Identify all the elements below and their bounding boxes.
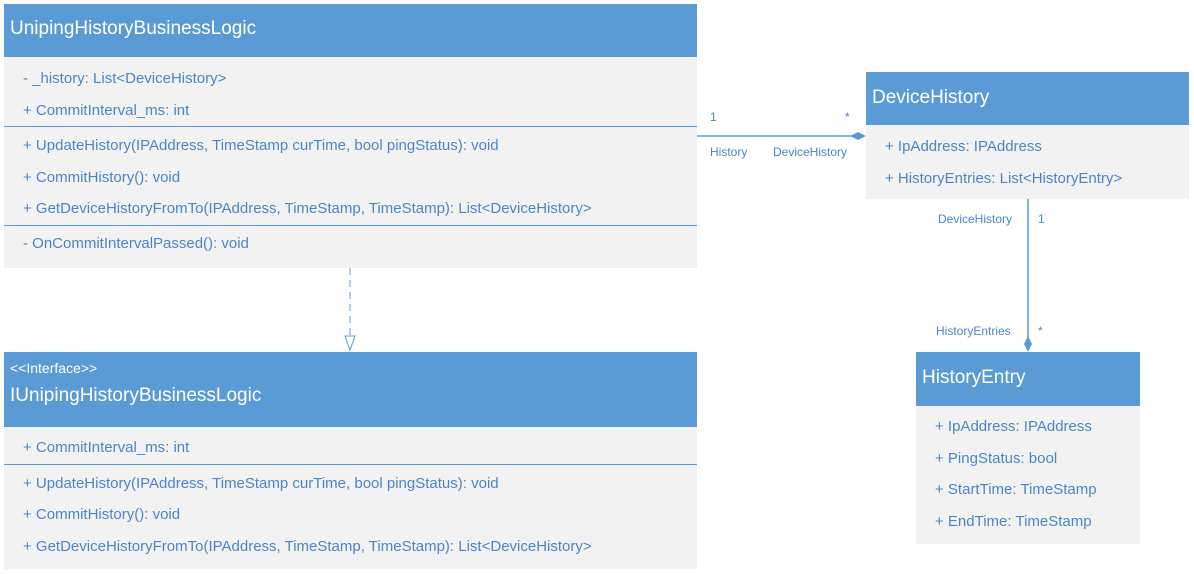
method: + GetDeviceHistoryFromTo(IPAddress, Time… [23, 200, 592, 217]
entries-target-multiplicity: * [1038, 324, 1043, 338]
method: - OnCommitIntervalPassed(): void [23, 234, 249, 252]
history-source-role: History [710, 145, 748, 159]
history-composition-diamond [850, 132, 866, 140]
entries-composition-diamond [1024, 336, 1032, 352]
history-source-multiplicity: 1 [710, 110, 717, 124]
method: + UpdateHistory(IPAddress, TimeStamp cur… [23, 137, 499, 154]
field: + CommitInterval_ms: int [23, 439, 190, 456]
interface-stereotype: <<Interface>> [10, 360, 98, 376]
realization-arrowhead [344, 335, 356, 352]
field: + CommitInterval_ms: int [23, 101, 190, 119]
history-target-role: DeviceHistory [773, 145, 848, 159]
class-header: DeviceHistory [866, 72, 1189, 125]
fields-section: + CommitInterval_ms: int [4, 427, 697, 464]
method: + GetDeviceHistoryFromTo(IPAddress, Time… [23, 537, 592, 555]
methods-section: + UpdateHistory(IPAddress, TimeStamp cur… [4, 126, 697, 225]
class-header: HistoryEntry [916, 352, 1140, 406]
entries-source-role: DeviceHistory [938, 212, 1013, 226]
fields-section: - _history: List<DeviceHistory> + Commit… [4, 57, 697, 126]
field: + IpAddress: IPAddress [935, 418, 1092, 435]
interface-iuniping-history-business-logic[interactable]: <<Interface>> IUnipingHistoryBusinessLog… [4, 352, 697, 569]
class-name: DeviceHistory [872, 87, 990, 108]
method: + CommitHistory(): void [23, 168, 181, 186]
private-methods-section: - OnCommitIntervalPassed(): void [4, 224, 697, 260]
field: + EndTime: TimeStamp [935, 512, 1092, 530]
fields-section: + IpAddress: IPAddress + HistoryEntries:… [866, 125, 1189, 194]
field: + IpAddress: IPAddress [885, 138, 1042, 155]
field: + PingStatus: bool [935, 449, 1058, 467]
class-name: UnipingHistoryBusinessLogic [10, 18, 257, 39]
class-history-entry[interactable]: HistoryEntry + IpAddress: IPAddress + Pi… [916, 352, 1140, 544]
methods-section: + UpdateHistory(IPAddress, TimeStamp cur… [4, 463, 697, 563]
entries-source-multiplicity: 1 [1038, 212, 1045, 226]
method: + UpdateHistory(IPAddress, TimeStamp cur… [23, 474, 499, 492]
field: + StartTime: TimeStamp [935, 481, 1097, 498]
class-uniping-history-business-logic[interactable]: UnipingHistoryBusinessLogic - _history: … [4, 4, 697, 268]
history-target-multiplicity: * [845, 110, 850, 124]
field: + HistoryEntries: List<HistoryEntry> [885, 169, 1123, 187]
entries-target-role: HistoryEntries [936, 324, 1011, 338]
field: - _history: List<DeviceHistory> [23, 70, 227, 87]
interface-header: <<Interface>> IUnipingHistoryBusinessLog… [4, 352, 697, 427]
method: + CommitHistory(): void [23, 506, 181, 523]
fields-section: + IpAddress: IPAddress + PingStatus: boo… [916, 406, 1140, 537]
interface-name: IUnipingHistoryBusinessLogic [10, 385, 262, 406]
class-header: UnipingHistoryBusinessLogic [4, 4, 697, 57]
class-device-history[interactable]: DeviceHistory + IpAddress: IPAddress + H… [866, 72, 1189, 199]
class-name: HistoryEntry [922, 367, 1026, 388]
